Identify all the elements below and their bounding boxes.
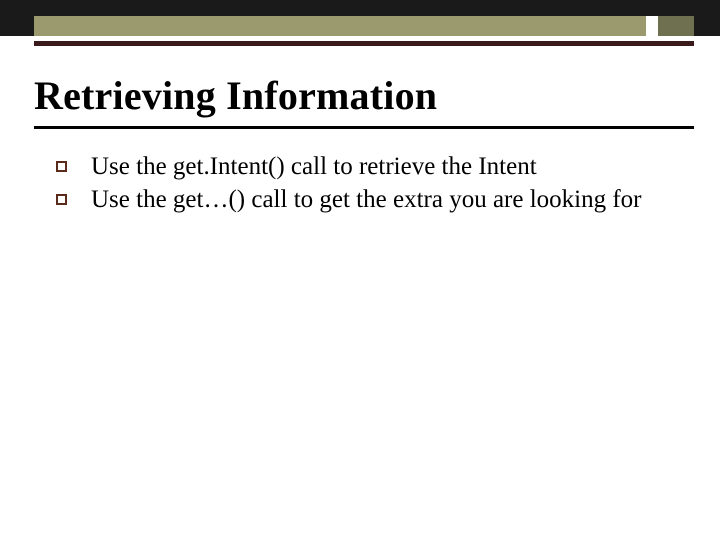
header-accent-cap [658,16,694,36]
slide-body: Use the get.Intent() call to retrieve th… [56,152,660,217]
header-accent-bar [34,16,646,36]
header-rule [34,41,694,46]
slide: Retrieving Information Use the get.Inten… [0,0,720,540]
header-accent-gap [646,16,658,36]
header-band [0,0,720,36]
square-bullet-icon [56,161,67,172]
list-item: Use the get…() call to get the extra you… [56,185,660,216]
title-underline [34,126,694,129]
square-bullet-icon [56,194,67,205]
list-item: Use the get.Intent() call to retrieve th… [56,152,660,183]
list-item-text: Use the get.Intent() call to retrieve th… [91,152,537,183]
slide-title: Retrieving Information [34,72,437,119]
list-item-text: Use the get…() call to get the extra you… [91,185,642,216]
